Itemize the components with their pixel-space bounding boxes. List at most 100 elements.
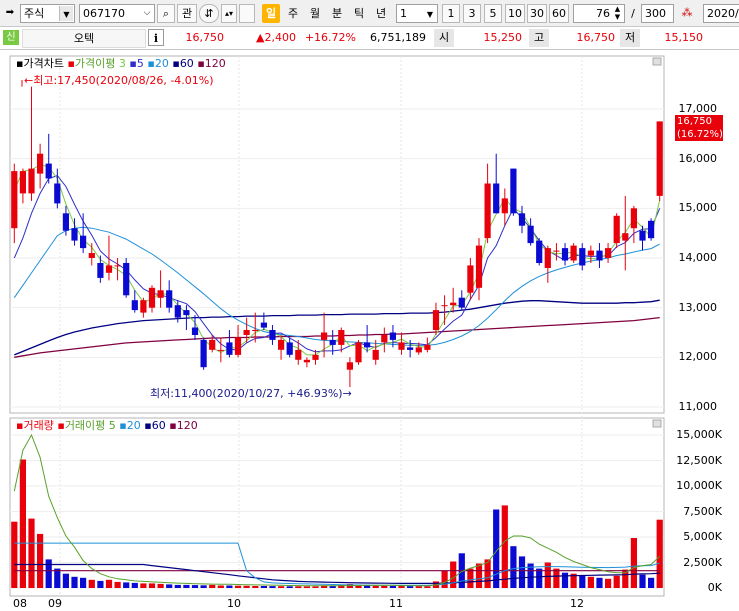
candle-body <box>123 263 130 296</box>
volume-bar <box>45 559 52 588</box>
date-tick-label: 11 <box>389 597 403 610</box>
candle-body <box>131 300 138 311</box>
candle-body <box>226 342 233 355</box>
volume-bar <box>37 533 44 588</box>
volume-tick-label: 10,000K <box>676 479 722 492</box>
candle-body <box>475 245 483 288</box>
price-tick-label: 13,000 <box>678 300 718 314</box>
volume-bar <box>243 585 250 588</box>
candle-body <box>166 290 173 308</box>
candle-body <box>312 354 319 360</box>
price-panel-frame <box>9 55 665 414</box>
legend-vma20[interactable]: 20 <box>127 419 141 432</box>
last-price-label: 16,750 <box>677 116 712 127</box>
price-tick-label: 15,000 <box>678 201 718 215</box>
volume-bar <box>510 546 517 588</box>
volume-bar <box>415 586 422 588</box>
volume-bar <box>226 585 233 588</box>
legend-vma5[interactable]: 5 <box>109 419 116 432</box>
volume-bar <box>407 586 414 588</box>
legend-volume[interactable]: 거래량 <box>23 419 53 432</box>
volume-bar <box>148 583 156 588</box>
candle-body <box>11 171 18 229</box>
volume-bar <box>252 586 259 588</box>
volume-bar <box>312 586 319 588</box>
candle-body <box>183 310 190 316</box>
candle-body <box>200 339 207 368</box>
candle-body <box>174 305 181 318</box>
volume-bar <box>475 563 483 588</box>
legend-ma120[interactable]: 120 <box>205 57 226 70</box>
date-tick-label: 08 <box>13 597 27 610</box>
candle-body <box>71 228 78 241</box>
volume-bar <box>11 521 18 588</box>
candle-body <box>157 290 164 298</box>
candle-body <box>338 330 345 345</box>
legend-ma60[interactable]: 60 <box>180 57 194 70</box>
candle-body <box>510 168 517 214</box>
date-tick-label: 12 <box>570 597 584 610</box>
legend-vma60[interactable]: 60 <box>152 419 166 432</box>
legend-ma5[interactable]: 5 <box>137 57 144 70</box>
candle-body <box>45 163 52 179</box>
candle-body <box>286 342 293 355</box>
price-tick-label: 11,000 <box>678 400 718 413</box>
low-annotation: 최저:11,400(2020/10/27, +46.93%)→ <box>150 387 352 400</box>
candle-body <box>80 235 87 249</box>
legend-price-ma[interactable]: 가격이평 <box>75 57 115 70</box>
volume-bar <box>174 584 181 588</box>
volume-bar <box>157 583 164 588</box>
candle-body <box>252 330 259 331</box>
volume-bar <box>166 584 173 588</box>
legend-ma20[interactable]: 20 <box>155 57 169 70</box>
volume-bar <box>467 568 474 588</box>
date-tick-label: 09 <box>48 597 62 610</box>
volume-bar <box>372 585 379 588</box>
volume-bar <box>269 586 276 588</box>
candle-body <box>544 248 551 268</box>
volume-bar <box>234 585 242 588</box>
candle-body <box>364 342 371 348</box>
volume-tick-label: 0K <box>707 581 722 594</box>
volume-bar <box>639 574 646 588</box>
chart-canvas[interactable] <box>0 0 739 611</box>
volume-panel-frame <box>9 417 665 597</box>
legend-volume-ma[interactable]: 거래이평 <box>65 419 105 432</box>
price-tick-label: 12,000 <box>678 350 718 364</box>
volume-bar <box>19 459 26 588</box>
volume-bar <box>183 584 190 588</box>
candle-body <box>587 250 594 256</box>
volume-bar <box>200 585 207 588</box>
candle-body <box>114 265 121 267</box>
volume-bar <box>303 586 310 588</box>
candle-body <box>105 265 113 273</box>
volume-bar <box>381 585 388 588</box>
candle-body <box>579 248 586 266</box>
volume-bar <box>286 586 293 588</box>
candle-body <box>424 344 431 350</box>
candle-body <box>432 310 440 330</box>
candle-body <box>561 248 569 261</box>
volume-bar <box>62 573 69 588</box>
volume-bar <box>424 586 431 588</box>
candle-body <box>648 220 655 239</box>
candle-body <box>62 213 69 231</box>
candle-body <box>398 342 405 350</box>
candle-body <box>605 248 612 258</box>
candle-body <box>415 347 422 353</box>
candle-body <box>458 297 465 308</box>
volume-bar <box>364 585 371 588</box>
candle-body <box>148 287 156 308</box>
price-legend: ▪가격차트 ▪가격이평 3 ▪5 ▪20 ▪60 ▪120 <box>16 57 226 70</box>
candle-body <box>622 233 629 241</box>
volume-bar <box>28 518 35 588</box>
candle-body <box>407 347 414 350</box>
legend-vma120[interactable]: 120 <box>177 419 198 432</box>
volume-bar <box>441 570 448 588</box>
volume-bar <box>80 577 87 588</box>
legend-price-chart[interactable]: 가격차트 <box>23 57 63 70</box>
volume-tick-label: 7,500K <box>683 504 722 518</box>
volume-bar <box>398 586 405 588</box>
legend-ma3[interactable]: 3 <box>119 57 126 70</box>
volume-bar <box>209 584 216 588</box>
